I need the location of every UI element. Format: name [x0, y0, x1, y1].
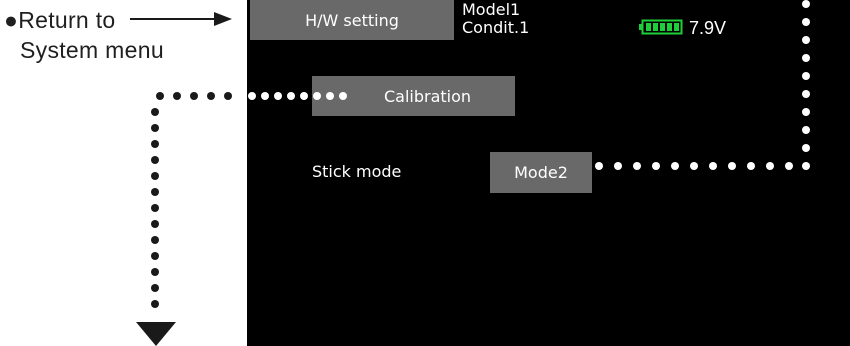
stick-mode-leader-dots: [595, 0, 810, 170]
calibration-leader-dots: [248, 92, 347, 100]
return-arrow-icon: [130, 12, 232, 26]
calibration-leader-dots-white-bg: [151, 92, 232, 308]
annotation-overlay: [130, 0, 810, 346]
down-arrow-icon: [136, 322, 176, 346]
